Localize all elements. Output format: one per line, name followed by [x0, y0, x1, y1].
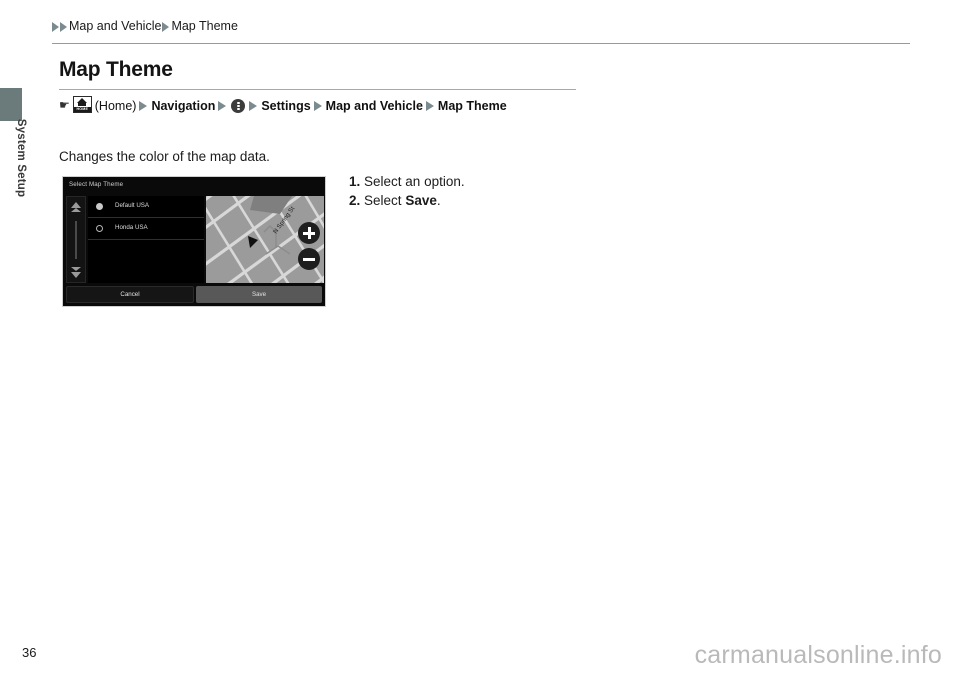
title-divider [59, 89, 576, 90]
list-scrollbar[interactable] [66, 196, 86, 283]
watermark: carmanualsonline.info [694, 641, 942, 669]
zoom-out-button[interactable] [298, 248, 320, 270]
scroll-down-arrow-icon[interactable] [71, 272, 81, 278]
page-title: Map Theme [59, 58, 173, 81]
nav-screen-button-row: Cancel Save [66, 286, 322, 303]
list-item[interactable]: Default USA [88, 196, 204, 218]
step-number: 2. [349, 193, 361, 208]
page-number: 36 [22, 645, 37, 660]
home-button-icon: HOME [72, 96, 92, 113]
home-label: (Home) [94, 99, 137, 113]
breadcrumb-item-map-theme[interactable]: Map Theme [171, 19, 237, 33]
navigation-screen-figure: Select Map Theme Default USA Honda USA N… [62, 176, 326, 307]
navigation-path: ☛ HOME (Home) Navigation Settings Map and Veh… [59, 96, 579, 116]
step-item-1: 1. Select an option. [349, 172, 465, 191]
hand-pointer-icon: ☛ [59, 98, 70, 112]
step-text: Select an option. [364, 174, 465, 189]
path-step-map-theme[interactable]: Map Theme [438, 99, 507, 113]
option-label-default-usa: Default USA [115, 202, 150, 209]
triangle-right-icon [52, 22, 59, 32]
step-list: 1. Select an option. 2. Select Save. [349, 172, 465, 210]
radio-unselected-icon[interactable] [96, 225, 103, 232]
scroll-up-arrow-icon[interactable] [71, 208, 81, 212]
cancel-button[interactable]: Cancel [66, 286, 194, 303]
triangle-right-icon [60, 22, 67, 32]
path-step-settings[interactable]: Settings [261, 99, 310, 113]
section-tab-label: System Setup [15, 118, 27, 198]
option-label-honda-usa: Honda USA [115, 224, 148, 231]
step-text-emphasis: Save [405, 193, 437, 208]
three-dots-circle-icon [231, 99, 246, 113]
home-icon-text: HOME [73, 107, 91, 112]
zoom-in-button[interactable] [298, 222, 320, 244]
scroll-down-arrow-icon[interactable] [71, 267, 81, 271]
path-step-map-and-vehicle[interactable]: Map and Vehicle [326, 99, 423, 113]
breadcrumb: Map and Vehicle Map Theme [52, 19, 239, 33]
triangle-right-icon [249, 101, 258, 111]
nav-screen-title: Select Map Theme [69, 181, 124, 188]
step-item-2: 2. Select Save. [349, 191, 465, 210]
body-description: Changes the color of the map data. [59, 149, 270, 164]
triangle-right-icon [218, 101, 227, 111]
triangle-right-icon [162, 22, 170, 32]
save-button[interactable]: Save [196, 286, 322, 303]
map-preview[interactable]: N Spring St [206, 196, 324, 283]
triangle-right-icon [425, 101, 434, 111]
path-step-navigation[interactable]: Navigation [151, 99, 215, 113]
breadcrumb-item-map-and-vehicle[interactable]: Map and Vehicle [69, 19, 161, 33]
list-item[interactable]: Honda USA [88, 218, 204, 240]
theme-option-list: Default USA Honda USA [88, 196, 204, 283]
scrollbar-track[interactable] [75, 221, 77, 259]
triangle-right-icon [313, 101, 322, 111]
step-text-suffix: . [436, 193, 441, 208]
header-divider [52, 43, 910, 44]
triangle-right-icon [139, 101, 148, 111]
step-number: 1. [349, 174, 361, 189]
radio-selected-icon[interactable] [96, 203, 103, 210]
step-text-prefix: Select [364, 193, 406, 208]
